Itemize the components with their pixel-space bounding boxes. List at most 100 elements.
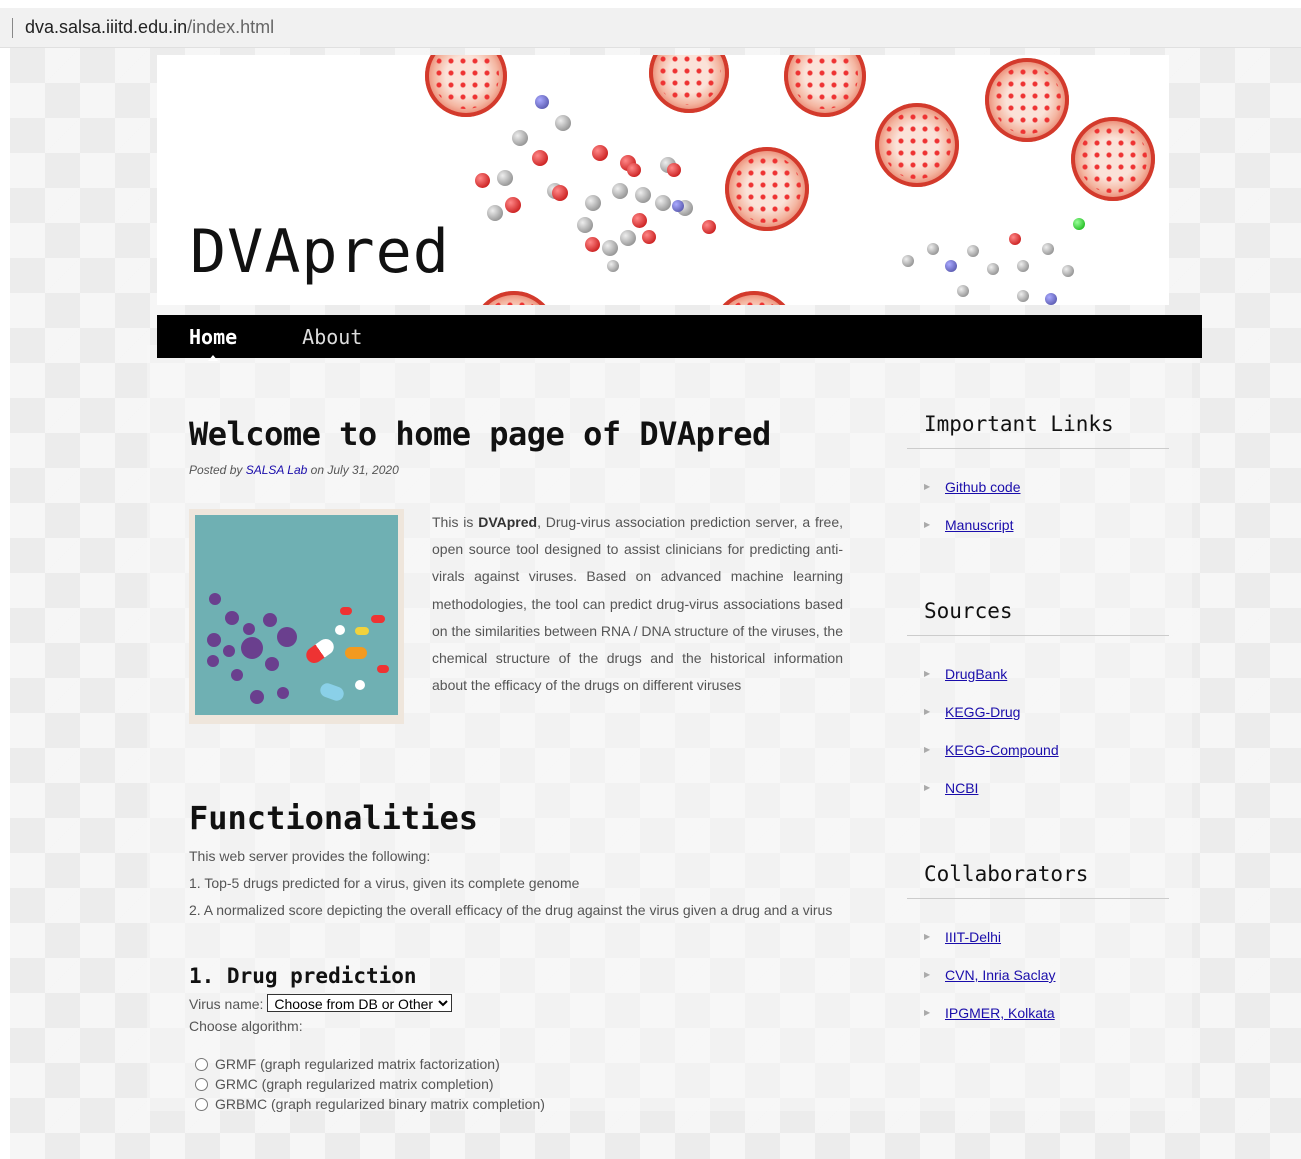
molecule-atom (967, 245, 979, 257)
list-item: ▶ NCBI (924, 780, 1169, 818)
functionality-item: 2. A normalized score depicting the over… (189, 902, 833, 918)
cvn-inria-link[interactable]: CVN, Inria Saclay (945, 967, 1055, 983)
virus-image (985, 58, 1069, 142)
sources-widget: Sources ▶ DrugBank ▶ KEGG-Drug ▶ KEGG-Compo… (907, 599, 1169, 818)
ipgmer-link[interactable]: IPGMER, Kolkata (945, 1005, 1055, 1021)
triangle-right-icon: ▶ (924, 1008, 931, 1017)
manuscript-link[interactable]: Manuscript (945, 517, 1013, 533)
virus-name-select[interactable]: Choose from DB or Other (267, 994, 453, 1012)
algorithm-option[interactable]: GRMC (graph regularized matrix completio… (195, 1074, 844, 1094)
virus-image (875, 103, 959, 187)
molecule-atom (655, 195, 671, 211)
virus-icon (277, 687, 289, 699)
molecule-atom (585, 195, 601, 211)
virus-icon (207, 633, 221, 647)
virus-image (472, 291, 556, 305)
molecule-atom (1017, 260, 1029, 272)
header-banner: DVApred (157, 55, 1169, 305)
virus-icon (263, 613, 277, 627)
radio-button[interactable] (195, 1097, 208, 1111)
nav-about[interactable]: About (302, 325, 362, 349)
virus-image (712, 291, 796, 305)
molecule-atom (672, 200, 684, 212)
post-title: Welcome to home page of DVApred (189, 415, 771, 453)
collaborators-widget: Collaborators ▶ IIIT-Delhi ▶ CVN, Inria Sa… (907, 862, 1169, 1043)
triangle-right-icon: ▶ (924, 745, 931, 754)
list-item: ▶ KEGG-Drug (924, 704, 1169, 742)
pill-icon (355, 680, 365, 690)
molecule-atom (945, 260, 957, 272)
virus-image (784, 55, 866, 117)
widget-links: ▶ Github code ▶ Manuscript (907, 479, 1169, 555)
radio-button[interactable] (195, 1077, 208, 1091)
molecule-atom (585, 237, 600, 252)
molecule-atom (987, 263, 999, 275)
molecule-atom (702, 220, 716, 234)
virus-icon (277, 627, 297, 647)
molecule-atom (927, 243, 939, 255)
molecule-atom (1009, 233, 1021, 245)
molecule-atom (602, 240, 618, 256)
drugbank-link[interactable]: DrugBank (945, 666, 1007, 682)
text-cursor (12, 17, 13, 38)
virus-drugs-illustration (189, 509, 404, 724)
byline-prefix: Posted by (189, 463, 243, 477)
widget-links: ▶ IIIT-Delhi ▶ CVN, Inria Saclay ▶ IPGMER, … (907, 929, 1169, 1043)
algorithm-option[interactable]: GRBMC (graph regularized binary matrix c… (195, 1094, 844, 1114)
molecule-atom (612, 183, 628, 199)
post-byline: Posted by SALSA Lab on July 31, 2020 (189, 463, 844, 477)
molecule-atom (1045, 293, 1057, 305)
molecule-atom (1062, 265, 1074, 277)
molecule-atom (505, 197, 521, 213)
intro-section: This is DVApred, Drug-virus association … (189, 509, 844, 724)
virus-icon (231, 669, 243, 681)
kegg-compound-link[interactable]: KEGG-Compound (945, 742, 1059, 758)
molecule-atom (532, 150, 548, 166)
algorithm-option-label: GRMC (graph regularized matrix completio… (215, 1076, 494, 1092)
virus-icon (243, 623, 255, 635)
algorithm-radio-group: GRMF (graph regularized matrix factoriza… (189, 1054, 844, 1114)
virus-icon (209, 593, 221, 605)
drug-prediction-heading: 1. Drug prediction (189, 964, 417, 988)
widget-links: ▶ DrugBank ▶ KEGG-Drug ▶ KEGG-Compound ▶ NCB… (907, 666, 1169, 818)
kegg-drug-link[interactable]: KEGG-Drug (945, 704, 1020, 720)
algorithm-label: Choose algorithm: (189, 1018, 303, 1034)
triangle-right-icon: ▶ (924, 783, 931, 792)
molecule-atom (487, 205, 503, 221)
widget-title: Important Links (907, 412, 1169, 449)
main-nav: Home About (157, 315, 1202, 361)
list-item: ▶ Github code (924, 479, 1169, 517)
virus-name-label: Virus name: (189, 996, 264, 1012)
molecule-atom (577, 217, 593, 233)
illustration-canvas (195, 515, 398, 715)
molecule-atom (627, 163, 641, 177)
molecule-atom (552, 185, 568, 201)
github-code-link[interactable]: Github code (945, 479, 1021, 495)
molecule-atom (642, 230, 656, 244)
virus-image (425, 55, 507, 117)
molecule-atom (592, 145, 608, 161)
radio-button[interactable] (195, 1057, 208, 1071)
iiit-delhi-link[interactable]: IIIT-Delhi (945, 929, 1001, 945)
triangle-right-icon: ▶ (924, 520, 931, 529)
pill-icon (355, 627, 369, 635)
molecule-atom (475, 173, 490, 188)
sidebar: Important Links ▶ Github code ▶ Manuscript… (907, 412, 1169, 1043)
molecule-atom (667, 163, 681, 177)
triangle-right-icon: ▶ (924, 970, 931, 979)
ncbi-link[interactable]: NCBI (945, 780, 978, 796)
algorithm-option[interactable]: GRMF (graph regularized matrix factoriza… (195, 1054, 844, 1074)
triangle-right-icon: ▶ (924, 932, 931, 941)
pill-icon (371, 615, 385, 623)
important-links-widget: Important Links ▶ Github code ▶ Manuscript (907, 412, 1169, 555)
intro-paragraph: This is DVApred, Drug-virus association … (432, 514, 843, 694)
address-bar[interactable]: dva.salsa.iiitd.edu.in/index.html (0, 8, 1301, 48)
functionality-item: 1. Top-5 drugs predicted for a virus, gi… (189, 875, 580, 891)
functionalities-list: This web server provides the following: … (189, 843, 844, 924)
author-link[interactable]: SALSA Lab (246, 463, 308, 477)
nav-home[interactable]: Home (189, 325, 237, 361)
virus-image (649, 55, 729, 113)
molecule-atom (620, 230, 636, 246)
widget-title: Collaborators (907, 862, 1169, 899)
molecule-atom (1017, 290, 1029, 302)
